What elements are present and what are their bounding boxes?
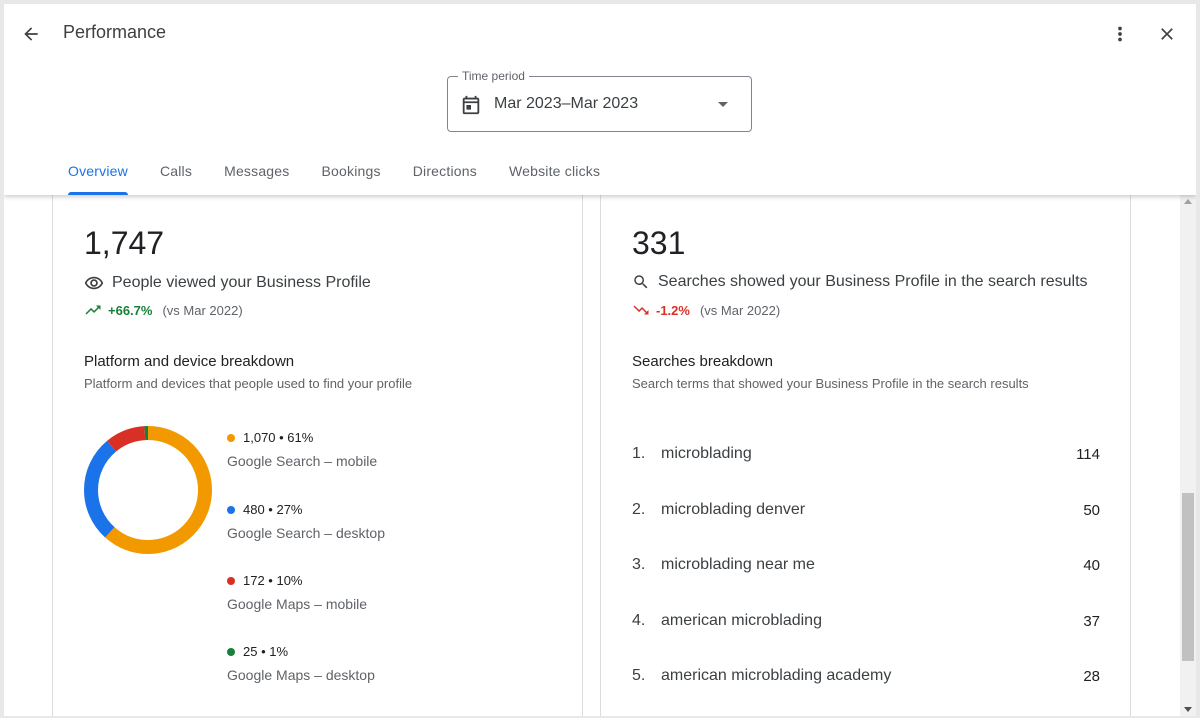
breakdown-subtitle: Platform and devices that people used to… bbox=[84, 376, 413, 391]
searches-breakdown-title: Searches breakdown bbox=[632, 353, 773, 370]
list-item: 5. american microblading academy 28 bbox=[632, 665, 1100, 687]
searches-metric: Searches showed your Business Profile in… bbox=[632, 273, 1088, 291]
scrollbar[interactable] bbox=[1180, 195, 1196, 716]
chevron-down-icon bbox=[718, 102, 728, 107]
time-period-select[interactable]: Time period Mar 2023–Mar 2023 bbox=[447, 69, 752, 132]
legend-value: 480 • 27% bbox=[243, 502, 303, 517]
legend-value: 172 • 10% bbox=[243, 573, 303, 588]
eye-icon bbox=[84, 276, 104, 290]
searches-compare: (vs Mar 2022) bbox=[699, 302, 781, 318]
scrollbar-thumb[interactable] bbox=[1182, 493, 1194, 661]
list-item: 3. microblading near me 40 bbox=[632, 554, 1100, 576]
search-icon bbox=[634, 275, 648, 289]
breakdown-title: Platform and device breakdown bbox=[84, 353, 295, 370]
more-vert-icon bbox=[1118, 26, 1122, 42]
tab-overview[interactable]: Overview bbox=[52, 156, 144, 195]
arrow-back-icon bbox=[24, 27, 38, 41]
legend-item: 172 • 10% Google Maps – mobile bbox=[227, 573, 367, 612]
search-rank: 5. bbox=[632, 667, 646, 684]
legend-item: 25 • 1% Google Maps – desktop bbox=[227, 644, 375, 683]
search-count: 114 bbox=[1076, 445, 1100, 463]
search-term: american microblading bbox=[661, 612, 822, 629]
views-metric: People viewed your Business Profile bbox=[84, 273, 371, 293]
legend-value: 1,070 • 61% bbox=[243, 430, 314, 445]
legend-value: 25 • 1% bbox=[243, 644, 289, 659]
calendar-icon bbox=[462, 95, 480, 115]
views-count: 1,747 bbox=[84, 225, 165, 261]
legend-item: 1,070 • 61% Google Search – mobile bbox=[227, 430, 377, 469]
searches-delta-value: -1.2% bbox=[656, 302, 690, 318]
list-item: 4. american microblading 37 bbox=[632, 610, 1100, 632]
search-count: 37 bbox=[1083, 612, 1100, 630]
tab-website-clicks[interactable]: Website clicks bbox=[493, 156, 616, 195]
time-period-value: Mar 2023–Mar 2023 bbox=[494, 95, 639, 112]
search-rank: 4. bbox=[632, 612, 646, 629]
close-button[interactable] bbox=[1154, 21, 1180, 47]
views-delta-value: +66.7% bbox=[108, 302, 153, 318]
searches-count: 331 bbox=[632, 225, 686, 261]
search-rank: 2. bbox=[632, 501, 646, 518]
search-count: 28 bbox=[1083, 667, 1100, 685]
performance-dialog: Performance Time period Mar 2023–Mar 202… bbox=[4, 4, 1196, 716]
legend-dot bbox=[227, 505, 235, 514]
searches-card: 331 Searches showed your Business Profil… bbox=[600, 195, 1131, 716]
content-area: 1,747 People viewed your Business Profil… bbox=[4, 195, 1196, 716]
views-delta: +66.7% (vs Mar 2022) bbox=[84, 301, 243, 319]
searches-breakdown-subtitle: Search terms that showed your Business P… bbox=[632, 376, 1029, 391]
search-term: microblading denver bbox=[661, 501, 806, 518]
header: Performance Time period Mar 2023–Mar 202… bbox=[4, 4, 1196, 195]
views-card: 1,747 People viewed your Business Profil… bbox=[52, 195, 583, 716]
more-options-button[interactable] bbox=[1107, 21, 1133, 47]
legend-name: Google Search – mobile bbox=[227, 453, 378, 469]
list-item: 1. microblading 114 bbox=[632, 443, 1100, 465]
search-term: american microblading academy bbox=[661, 667, 892, 684]
tab-bookings[interactable]: Bookings bbox=[306, 156, 397, 195]
search-term: microblading bbox=[661, 445, 752, 462]
search-rank: 1. bbox=[632, 445, 646, 462]
search-count: 50 bbox=[1083, 501, 1100, 519]
legend-item: 480 • 27% Google Search – desktop bbox=[227, 502, 385, 541]
back-button[interactable] bbox=[18, 21, 44, 47]
legend-dot bbox=[227, 576, 235, 585]
views-compare: (vs Mar 2022) bbox=[162, 302, 243, 318]
legend-dot bbox=[227, 433, 235, 442]
search-rank: 3. bbox=[632, 556, 646, 573]
scroll-down-arrow-icon[interactable] bbox=[1184, 707, 1192, 712]
tab-calls[interactable]: Calls bbox=[144, 156, 208, 195]
legend-name: Google Maps – mobile bbox=[227, 596, 368, 612]
legend-dot bbox=[227, 647, 235, 656]
list-item: 2. microblading denver 50 bbox=[632, 499, 1100, 521]
page-title: Performance bbox=[63, 22, 167, 42]
views-label: People viewed your Business Profile bbox=[112, 274, 371, 291]
search-term: microblading near me bbox=[661, 556, 815, 573]
searches-label: Searches showed your Business Profile in… bbox=[658, 273, 1088, 290]
time-period-label: Time period bbox=[458, 69, 529, 83]
close-icon bbox=[1161, 28, 1173, 40]
tab-bar: Overview Calls Messages Bookings Directi… bbox=[52, 156, 616, 195]
legend-name: Google Search – desktop bbox=[227, 525, 385, 541]
tab-directions[interactable]: Directions bbox=[397, 156, 493, 195]
trending-up-icon bbox=[85, 305, 101, 315]
tab-messages[interactable]: Messages bbox=[208, 156, 305, 195]
search-count: 40 bbox=[1083, 556, 1100, 574]
trending-down-icon bbox=[633, 305, 649, 315]
searches-delta: -1.2% (vs Mar 2022) bbox=[632, 301, 780, 319]
legend-name: Google Maps – desktop bbox=[227, 667, 375, 683]
device-donut-chart bbox=[84, 426, 212, 554]
scroll-up-arrow-icon[interactable] bbox=[1184, 199, 1192, 204]
